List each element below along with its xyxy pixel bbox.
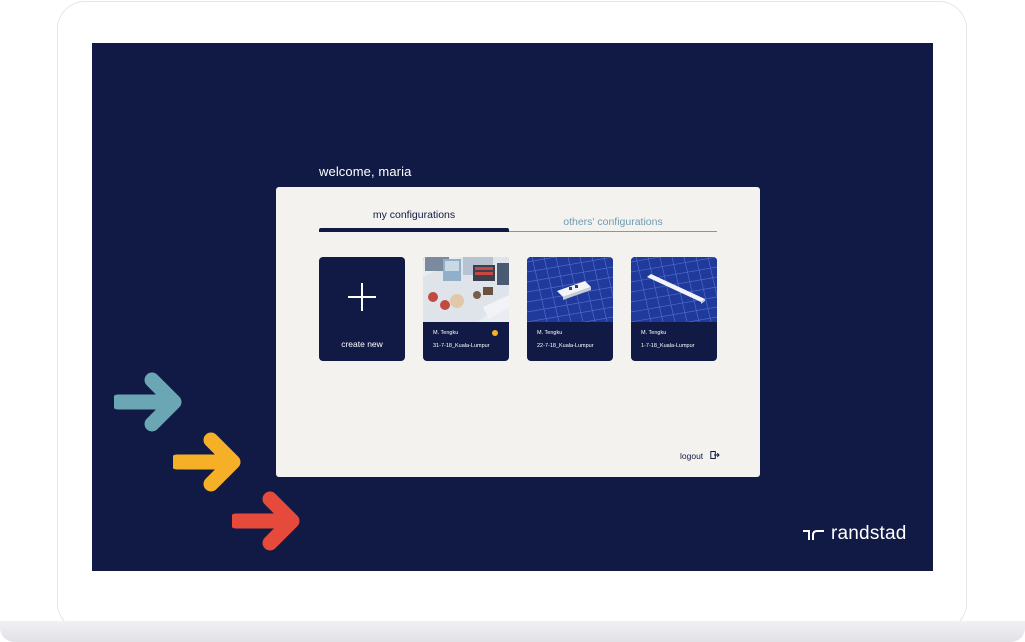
configuration-thumbnail (631, 257, 717, 322)
configuration-name: 22-7-18_Kuala-Lumpur (537, 343, 594, 349)
configuration-author: M. Tengku (537, 330, 563, 336)
configuration-card[interactable]: M. Tengku 31-7-18_Kuala-Lumpur (423, 257, 509, 361)
tab-others-configurations[interactable]: others' configurations (509, 216, 717, 232)
configuration-author: M. Tengku (433, 330, 459, 336)
configuration-card[interactable]: M. Tengku 22-7-18_Kuala-Lumpur (527, 257, 613, 361)
yellow-arrow-icon (173, 432, 241, 492)
configuration-name: 31-7-18_Kuala-Lumpur (433, 343, 490, 349)
status-indicator (492, 330, 498, 336)
configuration-thumbnail (423, 257, 509, 322)
active-tab-indicator (319, 228, 509, 232)
configuration-thumbnail (527, 257, 613, 322)
randstad-logo-icon (803, 530, 824, 540)
logout-button[interactable]: logout (680, 451, 703, 461)
app-screen: welcome, maria my configurations others'… (92, 43, 933, 571)
tab-divider (509, 231, 717, 232)
brand-name: randstad (831, 523, 907, 544)
laptop-base (0, 621, 1025, 642)
create-new-label: create new (341, 339, 383, 349)
teal-arrow-icon (114, 372, 182, 432)
welcome-message: welcome, maria (319, 164, 412, 179)
logout-icon[interactable] (710, 450, 720, 460)
configurations-panel: my configurations others' configurations… (276, 187, 760, 477)
configuration-card[interactable]: M. Tengku 1-7-18_Kuala-Lumpur (631, 257, 717, 361)
plus-icon (348, 283, 376, 311)
create-new-button[interactable]: create new (319, 257, 405, 361)
configuration-name: 1-7-18_Kuala-Lumpur (641, 343, 695, 349)
configuration-author: M. Tengku (641, 330, 667, 336)
red-arrow-icon (232, 491, 300, 551)
